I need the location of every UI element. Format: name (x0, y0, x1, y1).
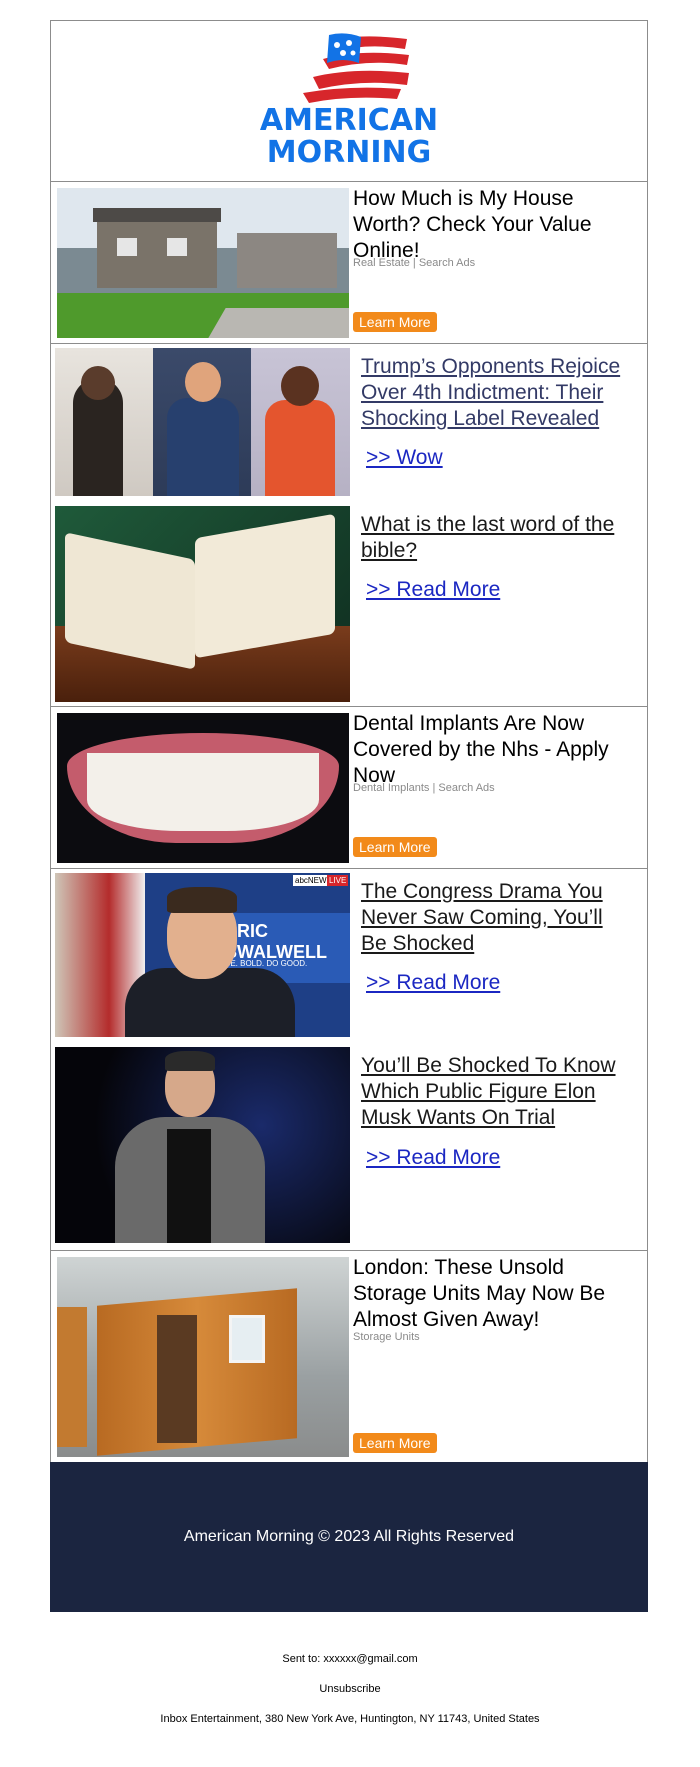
house-image[interactable] (57, 188, 349, 338)
brand-name-line2: MORNING (266, 135, 432, 170)
ad-title[interactable]: Dental Implants Are Now Covered by the N… (353, 711, 638, 789)
ad-section: How Much is My House Worth? Check Your V… (50, 182, 648, 344)
brand-name-line1: AMERICAN (259, 103, 439, 138)
bible-image[interactable] (55, 506, 350, 702)
learn-more-button[interactable]: Learn More (353, 837, 437, 857)
congressman-image[interactable]: ERIC SWALWELL BE. BOLD. DO GOOD. abcNEWS… (55, 873, 350, 1037)
article-title[interactable]: What is the last word of the bible? (361, 512, 641, 564)
ad-tag: Storage Units (353, 1331, 420, 1343)
article-title[interactable]: You’ll Be Shocked To Know Which Public F… (361, 1053, 631, 1131)
article-link[interactable]: >> Read More (366, 970, 500, 996)
email-header: AMERICAN MORNING (50, 20, 648, 182)
storage-unit-image[interactable] (57, 1257, 349, 1457)
article-section: ERIC SWALWELL BE. BOLD. DO GOOD. abcNEWS… (50, 869, 648, 1251)
learn-more-button[interactable]: Learn More (353, 312, 437, 332)
elon-musk-image[interactable] (55, 1047, 350, 1243)
live-badge: LIVE (327, 875, 349, 886)
article-title[interactable]: Trump’s Opponents Rejoice Over 4th Indic… (361, 354, 641, 432)
brand-logo[interactable]: AMERICAN MORNING (51, 33, 647, 170)
copyright-text: American Morning © 2023 All Rights Reser… (183, 1528, 515, 1545)
ad-section: London: These Unsold Storage Units May N… (50, 1251, 648, 1463)
article-section: Trump’s Opponents Rejoice Over 4th Indic… (50, 344, 648, 707)
unsubscribe-link[interactable]: Unsubscribe (0, 1683, 700, 1695)
politicians-image[interactable] (55, 348, 350, 496)
article-link[interactable]: >> Read More (366, 577, 500, 603)
dental-implants-image[interactable] (57, 713, 349, 863)
learn-more-button[interactable]: Learn More (353, 1433, 437, 1453)
sign-text: ERIC SWALWELL (225, 921, 327, 962)
postal-address: Inbox Entertainment, 380 New York Ave, H… (160, 1713, 540, 1725)
article-title[interactable]: The Congress Drama You Never Saw Coming,… (361, 879, 621, 957)
sent-to-text: Sent to: xxxxxx@gmail.com (282, 1653, 418, 1665)
ad-tag: Real Estate | Search Ads (353, 257, 476, 269)
article-link[interactable]: >> Wow (366, 445, 443, 471)
flag-icon (303, 33, 409, 103)
sign-slogan: BE. BOLD. DO GOOD. (225, 959, 308, 968)
article-link[interactable]: >> Read More (366, 1145, 500, 1171)
ad-title[interactable]: How Much is My House Worth? Check Your V… (353, 186, 638, 264)
ad-section: Dental Implants Are Now Covered by the N… (50, 707, 648, 869)
ad-title[interactable]: London: These Unsold Storage Units May N… (353, 1255, 638, 1333)
footer-banner: American Morning © 2023 All Rights Reser… (50, 1462, 648, 1612)
ad-tag: Dental Implants | Search Ads (353, 782, 495, 794)
